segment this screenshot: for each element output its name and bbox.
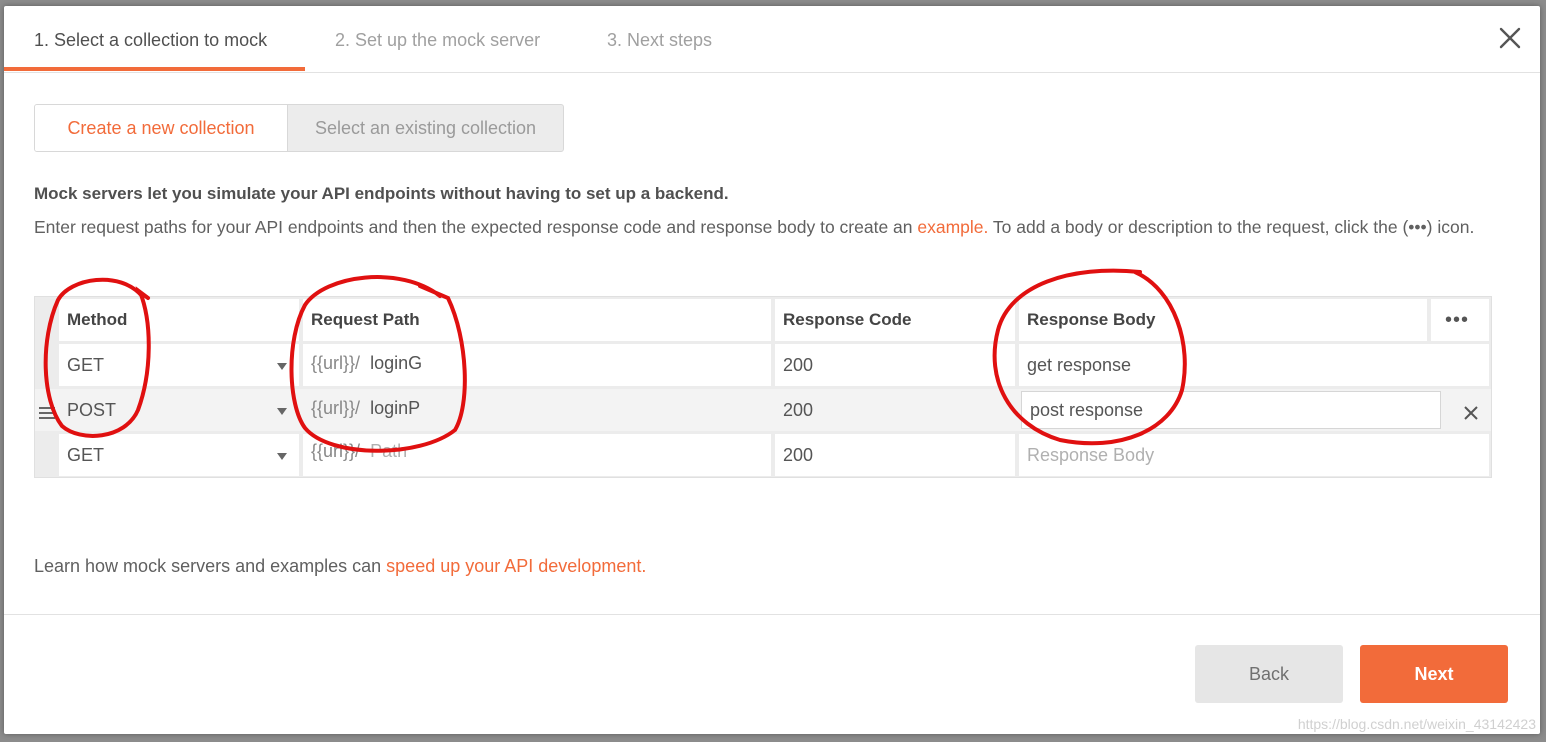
request-table: Method Request Path Response Code Respon… <box>34 296 1492 478</box>
chevron-down-icon <box>277 363 287 370</box>
intro-heading: Mock servers let you simulate your API e… <box>34 184 729 203</box>
header-request-path: Request Path <box>303 299 771 341</box>
method-select[interactable]: POST <box>59 389 299 431</box>
response-code-input[interactable]: 200 <box>775 389 1015 431</box>
example-link[interactable]: example. <box>917 217 988 237</box>
path-prefix: {{url}}/ <box>311 353 361 373</box>
response-body-input[interactable]: post response <box>1021 391 1441 429</box>
response-body-input[interactable]: Response Body <box>1019 434 1489 476</box>
close-icon[interactable] <box>1496 24 1524 52</box>
speed-up-link[interactable]: speed up your API development. <box>386 556 646 576</box>
select-existing-collection-option[interactable]: Select an existing collection <box>288 105 563 151</box>
next-button[interactable]: Next <box>1360 645 1508 703</box>
method-value: GET <box>67 445 105 465</box>
request-path-input[interactable]: {{url}}/ loginP <box>303 389 771 431</box>
step-tabs: 1. Select a collection to mock 2. Set up… <box>4 6 1540 73</box>
request-path-input[interactable]: {{url}}/ Path <box>303 434 771 476</box>
footer-divider <box>4 614 1540 615</box>
tab-step-2[interactable]: 2. Set up the mock server <box>335 30 540 51</box>
watermark: https://blog.csdn.net/weixin_43142423 <box>1297 716 1536 732</box>
header-method: Method <box>59 299 299 341</box>
method-select[interactable]: GET <box>59 344 299 386</box>
learn-more-text: Learn how mock servers and examples can … <box>34 556 646 577</box>
request-path-input[interactable]: {{url}}/ loginG <box>303 344 771 386</box>
create-new-collection-option[interactable]: Create a new collection <box>35 105 288 151</box>
tab-step-3[interactable]: 3. Next steps <box>607 30 712 51</box>
more-options-icon[interactable]: ••• <box>1445 310 1469 330</box>
header-response-code: Response Code <box>775 299 1015 341</box>
path-prefix: {{url}}/ <box>311 398 361 418</box>
intro-text-end: To add a body or description to the requ… <box>988 217 1475 237</box>
path-prefix: {{url}}/ <box>311 441 361 461</box>
drag-handle-icon[interactable] <box>37 405 57 421</box>
intro-text-start: Enter request paths for your API endpoin… <box>34 217 918 237</box>
path-value: loginP <box>370 398 421 418</box>
header-response-body: Response Body <box>1019 299 1427 341</box>
response-code-input[interactable]: 200 <box>775 434 1015 476</box>
path-value: loginG <box>370 353 423 373</box>
chevron-down-icon <box>277 408 287 415</box>
response-code-input[interactable]: 200 <box>775 344 1015 386</box>
tab-step-1[interactable]: 1. Select a collection to mock <box>34 30 267 51</box>
delete-row-icon[interactable] <box>1463 405 1479 421</box>
back-button[interactable]: Back <box>1195 645 1343 703</box>
more-options-cell: ••• <box>1431 299 1489 341</box>
method-value: GET <box>67 355 105 375</box>
intro-text: Enter request paths for your API endpoin… <box>34 214 1504 241</box>
method-select[interactable]: GET <box>59 434 299 476</box>
response-body-input[interactable]: get response <box>1019 344 1489 386</box>
path-placeholder: Path <box>370 441 408 461</box>
active-step-indicator <box>4 67 305 71</box>
chevron-down-icon <box>277 453 287 460</box>
learn-text: Learn how mock servers and examples can <box>34 556 387 576</box>
create-mock-server-modal: 1. Select a collection to mock 2. Set up… <box>4 6 1540 734</box>
collection-source-toggle: Create a new collection Select an existi… <box>34 104 564 152</box>
method-value: POST <box>67 400 117 420</box>
